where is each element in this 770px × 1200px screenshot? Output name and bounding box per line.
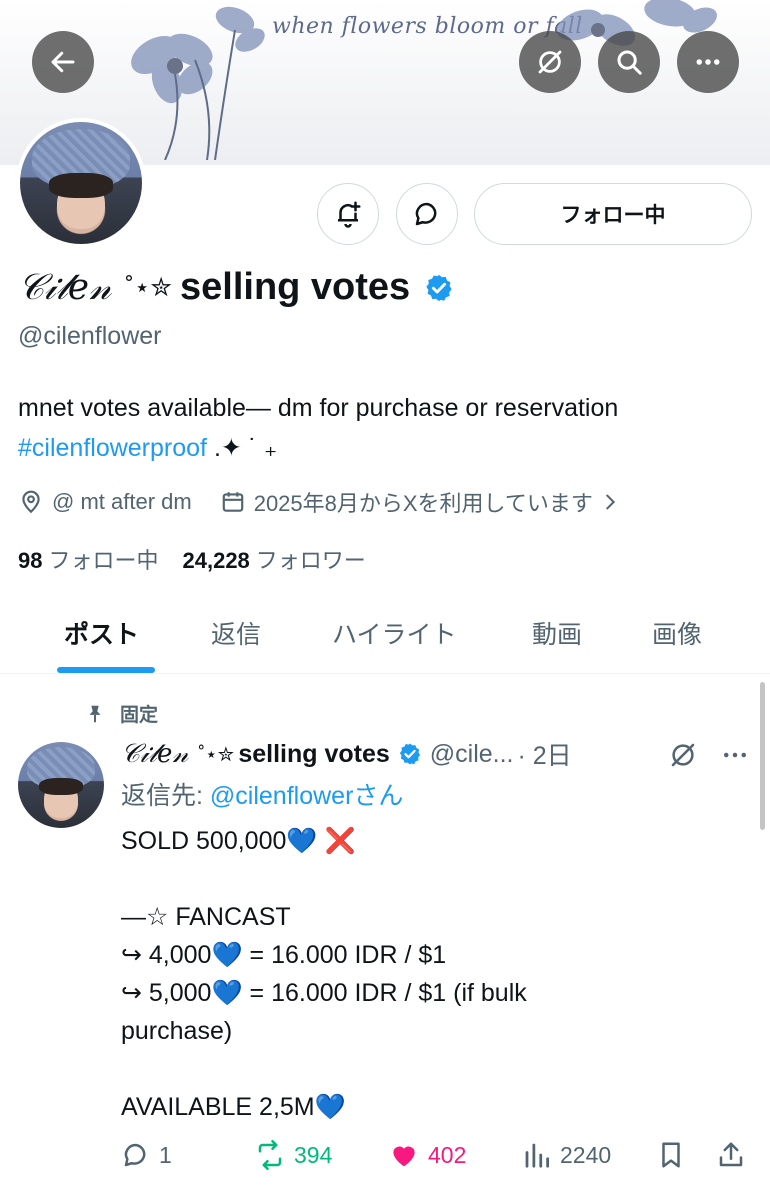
repost-icon: [258, 1140, 282, 1170]
calendar-icon: [222, 492, 243, 512]
location-item: @ mt after dm: [18, 489, 192, 515]
more-horizontal-icon[interactable]: [720, 740, 750, 770]
avatar-image: [18, 742, 104, 828]
more-button[interactable]: [677, 31, 739, 93]
display-name-deco: ˚⋆✮: [125, 272, 172, 302]
tab-replies[interactable]: 返信: [211, 592, 261, 674]
repost-count: 394: [294, 1141, 333, 1168]
notifications-button[interactable]: [317, 183, 379, 245]
reply-button[interactable]: 1: [121, 1140, 172, 1170]
back-button[interactable]: [32, 31, 94, 93]
reply-prefix: 返信先:: [121, 782, 203, 810]
joined-item[interactable]: 2025年8月からXを利用しています: [220, 486, 621, 518]
followers-count: 24,228: [182, 548, 250, 573]
post-author-deco: ˚⋆✮: [198, 743, 235, 766]
pinned-label: 固定: [120, 705, 159, 726]
share-icon: [719, 1142, 743, 1167]
location-pin-icon: [22, 490, 40, 514]
reply-count: 1: [159, 1141, 172, 1168]
post-time[interactable]: · 2日: [518, 736, 572, 772]
repost-button[interactable]: 394: [254, 1140, 332, 1170]
tab-images[interactable]: 画像: [652, 592, 702, 674]
post-body: SOLD 500,000💙 ❌ —☆ FANCAST ↪ 4,000💙 = 16…: [121, 827, 527, 1121]
heart-icon: [393, 1146, 415, 1167]
search-button[interactable]: [598, 31, 660, 93]
following-count-link[interactable]: 98 フォロー中: [18, 543, 159, 575]
bio-text: mnet votes available— dm for purchase or…: [18, 394, 619, 422]
display-name-text: selling votes: [180, 266, 411, 308]
grok-icon: [538, 50, 562, 74]
profile-bio: mnet votes available— dm for purchase or…: [18, 388, 758, 468]
follow-counts: 98 フォロー中 24,228 フォロワー: [18, 543, 366, 575]
followers-count-link[interactable]: 24,228 フォロワー: [183, 543, 366, 575]
verified-badge-icon[interactable]: [424, 273, 454, 303]
chevron-right-icon: [606, 494, 615, 510]
post-author-avatar[interactable]: [18, 742, 104, 828]
grok-button[interactable]: [519, 31, 581, 93]
following-button[interactable]: フォロー中: [474, 183, 752, 245]
bar-chart-icon: [525, 1143, 549, 1168]
post-actions: 1 394 402 2240: [0, 1140, 770, 1180]
message-button[interactable]: [396, 183, 458, 245]
scrollbar[interactable]: [760, 682, 765, 830]
location-text: @ mt after dm: [52, 489, 192, 514]
avatar-image: [20, 122, 142, 244]
reply-suffix: さん: [353, 782, 404, 810]
bio-hashtag-link[interactable]: #cilenflowerproof: [18, 434, 207, 462]
like-count: 402: [428, 1141, 467, 1168]
profile-meta: @ mt after dm 2025年8月からXを利用しています: [18, 486, 621, 518]
tab-posts[interactable]: ポスト: [64, 592, 139, 674]
bio-deco: .✦ ˙ ₊: [207, 434, 278, 462]
reply-to: 返信先: @cilenflowerさん: [121, 776, 403, 812]
tab-videos[interactable]: 動画: [532, 592, 582, 674]
profile-avatar[interactable]: [16, 118, 146, 248]
following-label: フォロー中: [48, 548, 159, 573]
post-header: 𝒞𝒾𝓁𝑒𝓃 ˚⋆✮ selling votes @cile... · 2日: [121, 736, 572, 772]
display-name-script: 𝒞𝒾𝓁𝑒𝓃: [18, 266, 112, 308]
view-count: 2240: [560, 1141, 612, 1168]
bookmark-icon: [662, 1142, 680, 1168]
tab-highlights[interactable]: ハイライト: [332, 592, 457, 674]
pin-icon: [89, 705, 101, 722]
joined-text: 2025年8月からXを利用しています: [253, 491, 593, 516]
reply-handle-link[interactable]: @cilenflower: [210, 782, 353, 810]
grok-icon[interactable]: [668, 740, 698, 770]
post-author-name[interactable]: selling votes: [238, 740, 389, 769]
arrow-left-icon: [51, 51, 75, 73]
profile-handle: @cilenflower: [18, 322, 162, 350]
bookmark-button[interactable]: [656, 1140, 694, 1170]
following-button-label: フォロー中: [560, 204, 666, 227]
verified-badge-icon: [399, 743, 420, 765]
more-horizontal-icon: [696, 59, 720, 65]
active-tab-indicator: [57, 667, 155, 673]
share-button[interactable]: [716, 1140, 754, 1170]
chat-bubble-icon: [415, 202, 437, 226]
display-name: 𝒞𝒾𝓁𝑒𝓃 ˚⋆✮ selling votes: [18, 266, 454, 309]
post-author-script[interactable]: 𝒞𝒾𝓁𝑒𝓃: [121, 739, 188, 770]
profile-tabs: ポスト 返信 ハイライト 動画 画像: [0, 592, 770, 674]
post-author-handle[interactable]: @cile...: [430, 740, 514, 769]
bell-plus-icon: [338, 201, 361, 228]
pinned-indicator: 固定: [84, 700, 158, 727]
like-button[interactable]: 402: [388, 1140, 466, 1170]
following-count: 98: [18, 548, 43, 573]
views-button[interactable]: 2240: [522, 1140, 611, 1170]
reply-icon: [124, 1143, 146, 1167]
followers-label: フォロワー: [255, 548, 366, 573]
search-icon: [617, 50, 642, 75]
